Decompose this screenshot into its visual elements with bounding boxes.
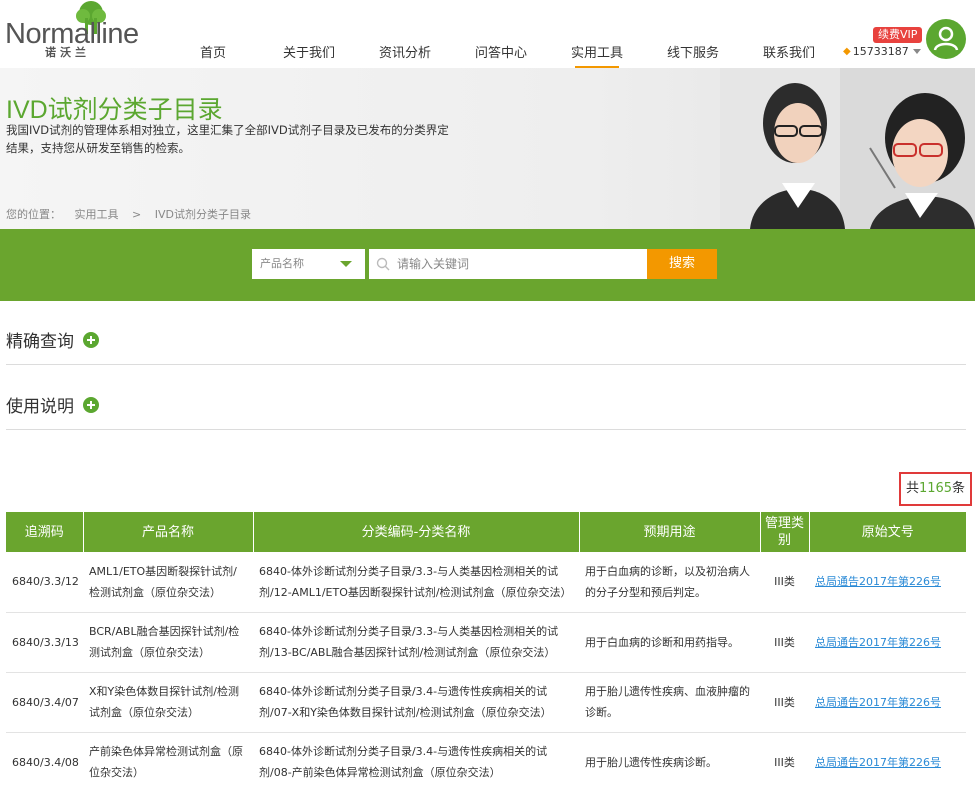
total-suffix: 条 <box>952 481 966 496</box>
breadcrumb-current: IVD试剂分类子目录 <box>154 208 251 221</box>
column-header-document: 原始文号 <box>809 512 966 552</box>
cell-trace-code: 6840/3.3/12 <box>6 552 83 613</box>
logo-subtitle: 诺沃兰 <box>45 46 90 59</box>
column-header-trace-code: 追溯码 <box>6 512 84 552</box>
table-row: 6840/3.3/13 BCR/ABL融合基因探针试剂/检测试剂盒（原位杂交法）… <box>6 612 966 673</box>
page-banner: IVD试剂分类子目录 我国IVD试剂的管理体系相对独立，这里汇集了全部IVD试剂… <box>0 68 975 229</box>
cell-category: 6840-体外诊断试剂分类子目录/3.3-与人类基因检测相关的试剂/13-BC/… <box>253 612 579 673</box>
cell-product-name: 产前染色体异常检测试剂盒（原位杂交法） <box>83 732 253 791</box>
cell-class: III类 <box>760 552 809 613</box>
total-count: 共1165条 <box>899 472 972 506</box>
vip-renew-badge[interactable]: 续费VIP <box>873 27 923 43</box>
document-link[interactable]: 总局通告2017年第226号 <box>815 575 941 588</box>
breadcrumb-tools[interactable]: 实用工具 <box>75 208 119 221</box>
nav-item-home[interactable]: 首页 <box>165 44 261 68</box>
nav-item-offline[interactable]: 线下服务 <box>645 44 741 68</box>
document-link[interactable]: 总局通告2017年第226号 <box>815 696 941 709</box>
cell-usage: 用于胎儿遗传性疾病、血液肿瘤的诊断。 <box>579 672 760 733</box>
cell-document: 总局通告2017年第226号 <box>809 672 966 733</box>
cell-class: III类 <box>760 612 809 673</box>
user-account-menu[interactable]: ◆ 15733187061 <box>843 45 921 58</box>
search-field-select[interactable]: 产品名称 <box>252 249 365 279</box>
search-field-value: 产品名称 <box>260 257 304 270</box>
search-input[interactable] <box>397 250 637 278</box>
search-bar: 产品名称 搜索 <box>0 229 975 301</box>
cell-trace-code: 6840/3.4/08 <box>6 732 83 791</box>
table-header-row: 追溯码 产品名称 分类编码-分类名称 预期用途 管理类别 原始文号 <box>6 512 966 552</box>
total-prefix: 共 <box>905 481 919 496</box>
search-box <box>369 249 647 279</box>
diamond-icon: ◆ <box>843 46 851 57</box>
total-number: 1165 <box>918 481 953 496</box>
nav-item-tools[interactable]: 实用工具 <box>549 44 645 68</box>
nav-item-about[interactable]: 关于我们 <box>261 44 357 68</box>
chevron-down-icon <box>340 261 352 267</box>
user-phone: 15733187061 <box>852 45 909 58</box>
site-header: Normalline 诺沃兰 首页 关于我们 资讯分析 问答中心 实用工具 线下… <box>0 0 975 68</box>
column-header-product-name: 产品名称 <box>83 512 254 552</box>
cell-document: 总局通告2017年第226号 <box>809 552 966 613</box>
main-nav: 首页 关于我们 资讯分析 问答中心 实用工具 线下服务 联系我们 <box>165 44 837 68</box>
search-button[interactable]: 搜索 <box>647 249 717 279</box>
usage-guide-section[interactable]: 使用说明 <box>6 366 966 430</box>
page-description: 我国IVD试剂的管理体系相对独立，这里汇集了全部IVD试剂子目录及已发布的分类界… <box>6 123 449 155</box>
nav-item-news[interactable]: 资讯分析 <box>357 44 453 68</box>
cell-category: 6840-体外诊断试剂分类子目录/3.4-与遗传性疾病相关的试剂/08-产前染色… <box>253 732 579 791</box>
cell-trace-code: 6840/3.4/07 <box>6 672 83 733</box>
user-icon <box>933 26 959 51</box>
table-row: 6840/3.4/08 产前染色体异常检测试剂盒（原位杂交法） 6840-体外诊… <box>6 732 966 791</box>
cell-usage: 用于白血病的诊断和用药指导。 <box>579 612 760 673</box>
avatar[interactable] <box>926 19 966 59</box>
cell-trace-code: 6840/3.3/13 <box>6 612 83 673</box>
cell-product-name: AML1/ETO基因断裂探针试剂/检测试剂盒（原位杂交法） <box>83 552 253 613</box>
cell-usage: 用于胎儿遗传性疾病诊断。 <box>579 732 760 791</box>
column-header-category: 分类编码-分类名称 <box>253 512 580 552</box>
site-logo[interactable]: Normalline 诺沃兰 <box>5 0 140 62</box>
cell-product-name: BCR/ABL融合基因探针试剂/检测试剂盒（原位杂交法） <box>83 612 253 673</box>
cell-category: 6840-体外诊断试剂分类子目录/3.3-与人类基因检测相关的试剂/12-AML… <box>253 552 579 613</box>
table-row: 6840/3.4/07 X和Y染色体数目探针试剂/检测试剂盒（原位杂交法） 68… <box>6 672 966 733</box>
usage-guide-label: 使用说明 <box>6 397 74 417</box>
precise-query-section[interactable]: 精确查询 <box>6 301 966 365</box>
banner-photo <box>720 68 975 229</box>
column-header-class: 管理类别 <box>760 512 810 552</box>
document-link[interactable]: 总局通告2017年第226号 <box>815 636 941 649</box>
cell-usage: 用于白血病的诊断，以及初治病人的分子分型和预后判定。 <box>579 552 760 613</box>
expand-plus-icon[interactable] <box>83 332 99 348</box>
nav-item-qa[interactable]: 问答中心 <box>453 44 549 68</box>
expand-plus-icon[interactable] <box>83 397 99 413</box>
cell-document: 总局通告2017年第226号 <box>809 732 966 791</box>
cell-category: 6840-体外诊断试剂分类子目录/3.4-与遗传性疾病相关的试剂/07-X和Y染… <box>253 672 579 733</box>
table-row: 6840/3.3/12 AML1/ETO基因断裂探针试剂/检测试剂盒（原位杂交法… <box>6 552 966 613</box>
cell-class: III类 <box>760 732 809 791</box>
document-link[interactable]: 总局通告2017年第226号 <box>815 756 941 769</box>
nav-item-contact[interactable]: 联系我们 <box>741 44 837 68</box>
cell-product-name: X和Y染色体数目探针试剂/检测试剂盒（原位杂交法） <box>83 672 253 733</box>
breadcrumb-separator: > <box>132 208 142 221</box>
cell-class: III类 <box>760 672 809 733</box>
chevron-down-icon <box>912 49 921 54</box>
cell-document: 总局通告2017年第226号 <box>809 612 966 673</box>
breadcrumb-prefix: 您的位置： <box>6 208 61 221</box>
results-table: 追溯码 产品名称 分类编码-分类名称 预期用途 管理类别 原始文号 6840/3… <box>6 512 966 791</box>
breadcrumb: 您的位置： 实用工具 > IVD试剂分类子目录 <box>6 206 261 222</box>
search-icon <box>369 257 397 271</box>
precise-query-label: 精确查询 <box>6 332 74 352</box>
column-header-usage: 预期用途 <box>579 512 761 552</box>
